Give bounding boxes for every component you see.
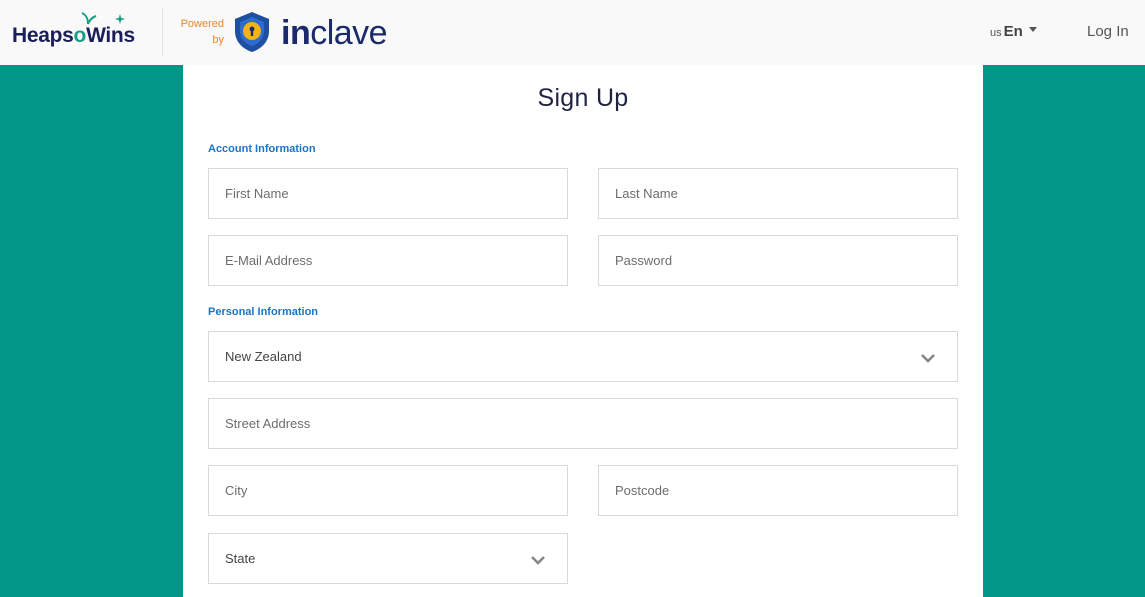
caret-down-icon (1028, 27, 1037, 33)
lang-flag: us (990, 27, 1002, 39)
brand-heaps-text: Heaps (12, 24, 74, 47)
email-placeholder: E-Mail Address (225, 253, 313, 268)
inclave-logo[interactable]: inclave (281, 13, 388, 53)
country-select[interactable]: New Zealand (208, 331, 958, 382)
powered-line-2: by (212, 34, 224, 46)
state-placeholder: State (225, 551, 256, 566)
account-section-label: Account Information (208, 143, 316, 155)
language-selector[interactable]: us En (990, 23, 1037, 41)
powered-line-1: Powered (180, 18, 224, 30)
email-input[interactable]: E-Mail Address (208, 235, 568, 286)
postcode-placeholder: Postcode (615, 483, 670, 498)
last-name-placeholder: Last Name (615, 186, 678, 201)
inclave-rest-text: clave (310, 14, 388, 52)
top-header: HeapsoWins Powered by inclave us En Log I… (0, 0, 1145, 65)
state-select[interactable]: State (208, 533, 568, 584)
login-link[interactable]: Log In (1087, 23, 1129, 40)
postcode-input[interactable]: Postcode (598, 465, 958, 516)
shield-lock-icon (235, 12, 269, 52)
lang-code: En (1003, 23, 1023, 40)
first-name-placeholder: First Name (225, 186, 289, 201)
sprout-icon (81, 12, 125, 25)
country-value: New Zealand (225, 349, 302, 364)
first-name-input[interactable]: First Name (208, 168, 568, 219)
brand-divider (162, 8, 163, 56)
city-input[interactable]: City (208, 465, 568, 516)
inclave-in-text: in (281, 14, 311, 52)
password-placeholder: Password (615, 253, 673, 268)
chevron-down-icon (921, 354, 935, 363)
chevron-down-icon (531, 556, 545, 565)
street-address-input[interactable]: Street Address (208, 398, 958, 449)
last-name-input[interactable]: Last Name (598, 168, 958, 219)
powered-by-label: Powered by (172, 16, 224, 48)
page-title: Sign Up (537, 84, 629, 112)
signup-card: Sign Up Account Information First Name L… (183, 65, 983, 597)
personal-section-label: Personal Information (208, 306, 319, 318)
city-placeholder: City (225, 483, 248, 498)
password-input[interactable]: Password (598, 235, 958, 286)
street-placeholder: Street Address (225, 416, 311, 431)
